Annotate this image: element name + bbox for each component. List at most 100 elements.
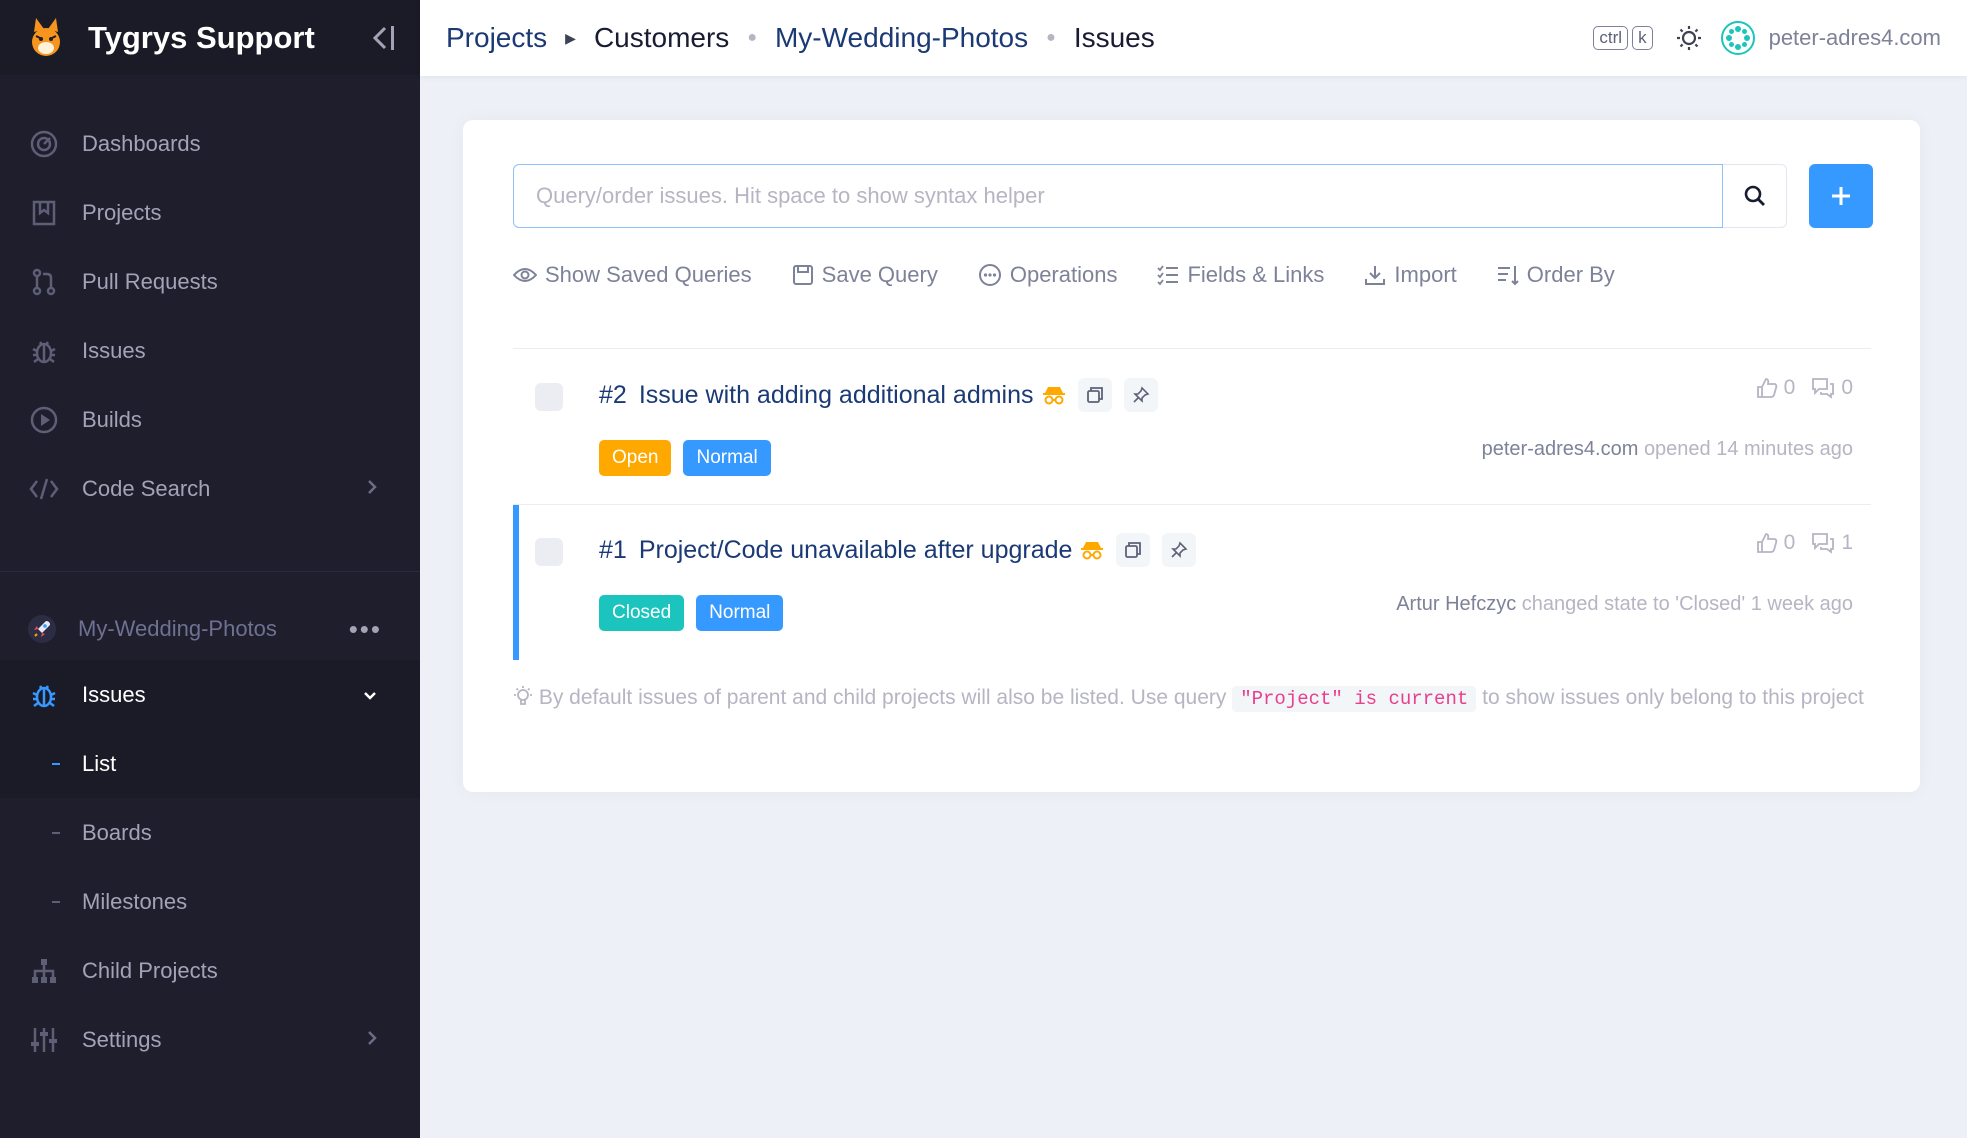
breadcrumb-projects[interactable]: Projects [446, 22, 547, 54]
sidebar-subitem-list[interactable]: List [0, 729, 420, 798]
pin-icon [1171, 541, 1188, 558]
breadcrumb-issues: Issues [1073, 22, 1155, 53]
issue-query-input[interactable] [513, 164, 1723, 228]
search-button[interactable] [1723, 164, 1787, 228]
sidebar-item-builds[interactable]: Builds [0, 385, 420, 454]
sidebar-item-label: Milestones [82, 888, 188, 914]
copy-button[interactable] [1077, 378, 1112, 412]
issue-number[interactable]: #1 [599, 536, 627, 565]
sidebar-item-settings[interactable]: Settings [0, 1005, 420, 1074]
bug-icon [28, 335, 60, 367]
sidebar-item-issues[interactable]: Issues [0, 316, 420, 385]
tool-label: Import [1394, 262, 1457, 287]
code-icon [28, 473, 60, 505]
issue-checkbox[interactable] [535, 538, 563, 566]
sidebar-subitem-milestones[interactable]: Milestones [0, 867, 420, 936]
issue-title-link[interactable]: Project/Code unavailable after upgrade [639, 536, 1073, 565]
issue-title-line: #2 Issue with adding additional admins [599, 378, 1158, 412]
issue-row[interactable]: #1 Project/Code unavailable after upgrad… [513, 505, 1871, 660]
bulb-icon [513, 686, 533, 709]
tiger-logo-icon[interactable] [20, 12, 72, 64]
search-row [513, 164, 1873, 228]
sidebar-item-label: Child Projects [82, 957, 218, 983]
collapse-sidebar-icon[interactable] [366, 21, 400, 55]
avatar[interactable] [1720, 21, 1755, 55]
comments-count: 1 [1841, 531, 1853, 554]
state-badge[interactable]: Open [599, 440, 672, 476]
hint-query-code: "Project" is current [1232, 686, 1477, 712]
pin-button[interactable] [1162, 533, 1197, 567]
comments-stat[interactable]: 1 [1811, 531, 1853, 555]
comments-icon [1812, 533, 1835, 554]
issue-badges: Open Normal [599, 440, 783, 476]
kbd-ctrl[interactable]: ctrl [1593, 26, 1629, 50]
sidebar-item-label: Builds [82, 406, 142, 432]
plus-icon [1832, 187, 1850, 205]
breadcrumb-customers[interactable]: Customers [594, 22, 729, 54]
copy-button[interactable] [1116, 533, 1151, 567]
save-query-button[interactable]: Save Query [792, 262, 938, 288]
tool-label: Show Saved Queries [545, 262, 752, 287]
sidebar-item-label: Issues [82, 681, 146, 707]
issue-number[interactable]: #2 [599, 381, 627, 410]
order-by-button[interactable]: Order By [1497, 262, 1615, 288]
state-badge[interactable]: Closed [599, 595, 685, 631]
sidebar-item-dashboards[interactable]: Dashboards [0, 109, 420, 178]
more-dots-icon[interactable]: ••• [349, 614, 382, 645]
sidebar-item-code-search[interactable]: Code Search [0, 454, 420, 523]
issue-meta: peter-adres4.com opened 14 minutes ago [1482, 438, 1853, 461]
fields-links-button[interactable]: Fields & Links [1157, 262, 1324, 288]
sidebar-item-label: Code Search [82, 475, 211, 501]
rocket-icon [28, 615, 56, 643]
chevron-right-icon [366, 1027, 378, 1053]
add-issue-button[interactable] [1809, 164, 1873, 228]
confidential-spy-icon [1080, 540, 1104, 560]
brand: Tygrys Support [0, 0, 420, 75]
show-saved-queries-button[interactable]: Show Saved Queries [513, 262, 752, 288]
sidebar-item-pull-requests[interactable]: Pull Requests [0, 247, 420, 316]
breadcrumb: Projects ▶ Customers ● My-Wedding-Photos… [446, 22, 1155, 54]
play-icon [28, 404, 60, 436]
sidebar-item-child-projects[interactable]: Child Projects [0, 936, 420, 1005]
issue-meta: Artur Hefczyc changed state to 'Closed' … [1396, 593, 1853, 616]
thumbs-up-icon [1756, 378, 1777, 398]
issue-user[interactable]: peter-adres4.com [1482, 438, 1639, 460]
issue-title-link[interactable]: Issue with adding additional admins [639, 381, 1034, 410]
sidebar-subitem-boards[interactable]: Boards [0, 798, 420, 867]
list-check-icon [1157, 264, 1179, 286]
sidebar-item-project-issues[interactable]: Issues [0, 660, 420, 729]
votes-stat[interactable]: 0 [1756, 376, 1795, 400]
hint-text-before: By default issues of parent and child pr… [538, 686, 1227, 709]
priority-badge[interactable]: Normal [683, 440, 771, 476]
user-name[interactable]: peter-adres4.com [1769, 25, 1941, 51]
breadcrumb-project[interactable]: My-Wedding-Photos [775, 22, 1028, 54]
votes-stat[interactable]: 0 [1756, 531, 1795, 555]
app-title[interactable]: Tygrys Support [88, 20, 315, 56]
pin-button[interactable] [1123, 378, 1158, 412]
kbd-k[interactable]: k [1632, 26, 1653, 50]
sidebar-item-label: Pull Requests [82, 268, 218, 294]
confidential-spy-icon [1042, 385, 1066, 405]
header-actions: ctrl k peter-adres4.com [1593, 21, 1941, 55]
query-hint: By default issues of parent and child pr… [513, 682, 1871, 715]
sidebar-item-projects[interactable]: Projects [0, 178, 420, 247]
copy-icon [1086, 387, 1103, 403]
save-icon [792, 264, 814, 286]
import-button[interactable]: Import [1364, 262, 1457, 288]
tool-label: Operations [1009, 262, 1118, 287]
main-nav: Dashboards Projects Pull Requests Issues… [0, 75, 420, 523]
current-project[interactable]: My-Wedding-Photos ••• [0, 598, 420, 660]
chevron-down-icon [362, 682, 378, 708]
priority-badge[interactable]: Normal [696, 595, 784, 631]
operations-button[interactable]: Operations [978, 262, 1118, 288]
comments-stat[interactable]: 0 [1811, 376, 1853, 400]
sun-icon[interactable] [1675, 24, 1703, 52]
dash-icon [52, 762, 60, 765]
comments-icon [1812, 378, 1835, 399]
dash-icon [52, 831, 60, 834]
issue-row[interactable]: #2 Issue with adding additional admins O… [513, 350, 1871, 505]
sidebar-item-label: Issues [82, 337, 146, 363]
issue-checkbox[interactable] [535, 383, 563, 411]
more-circle-icon [978, 263, 1002, 287]
issue-user[interactable]: Artur Hefczyc [1396, 593, 1516, 615]
